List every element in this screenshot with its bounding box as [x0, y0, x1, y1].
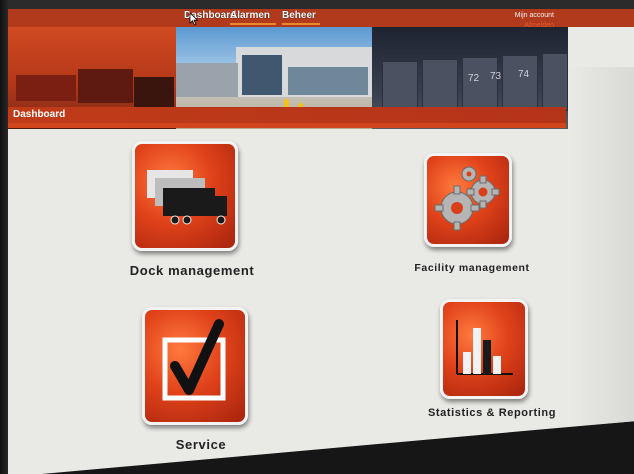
dock-management-label[interactable]: Dock management — [118, 263, 266, 278]
dock-management-tile[interactable]: Dock management — [118, 141, 266, 291]
monitor-bezel-top — [0, 0, 634, 10]
dock-number-73: 73 — [490, 71, 502, 82]
facility-management-tile[interactable]: Facility management — [406, 153, 538, 283]
menu-underline-manage — [282, 23, 320, 25]
title-divider — [8, 123, 566, 128]
dock-number-74: 74 — [518, 69, 530, 80]
dock-number-72: 72 — [468, 73, 480, 84]
facility-management-button[interactable] — [424, 153, 512, 247]
app-screen: Dashboard Alarmen Beheer Mijn account Af… — [8, 9, 634, 474]
service-button[interactable] — [142, 307, 248, 425]
statistics-reporting-tile[interactable]: Statistics & Reporting — [422, 299, 562, 431]
dock-management-button[interactable] — [132, 141, 238, 251]
trucks-icon — [147, 170, 227, 225]
page-title-bar: Dashboard — [8, 107, 566, 123]
mouse-pointer-icon — [189, 12, 199, 26]
page-title: Dashboard — [13, 109, 66, 120]
service-tile[interactable]: Service — [126, 307, 276, 465]
gears-icon — [434, 166, 500, 231]
bar-chart-icon — [456, 320, 513, 375]
monitor-bezel-left — [0, 0, 9, 474]
menu-item-manage[interactable]: Beheer — [282, 10, 316, 21]
my-account-link[interactable]: Mijn account — [515, 11, 554, 21]
facility-management-label[interactable]: Facility management — [406, 262, 538, 274]
service-label[interactable]: Service — [126, 437, 276, 452]
checkmark-box-icon — [162, 319, 226, 401]
statistics-reporting-label[interactable]: Statistics & Reporting — [422, 407, 562, 419]
menu-underline-alarms — [230, 23, 276, 25]
screen-glare — [568, 67, 634, 474]
photo-of-monitor: Dashboard Alarmen Beheer Mijn account Af… — [0, 0, 634, 474]
menu-item-alarms[interactable]: Alarmen — [230, 10, 270, 21]
top-menu: Dashboard Alarmen Beheer Mijn account Af… — [8, 9, 634, 29]
statistics-reporting-button[interactable] — [440, 299, 528, 399]
